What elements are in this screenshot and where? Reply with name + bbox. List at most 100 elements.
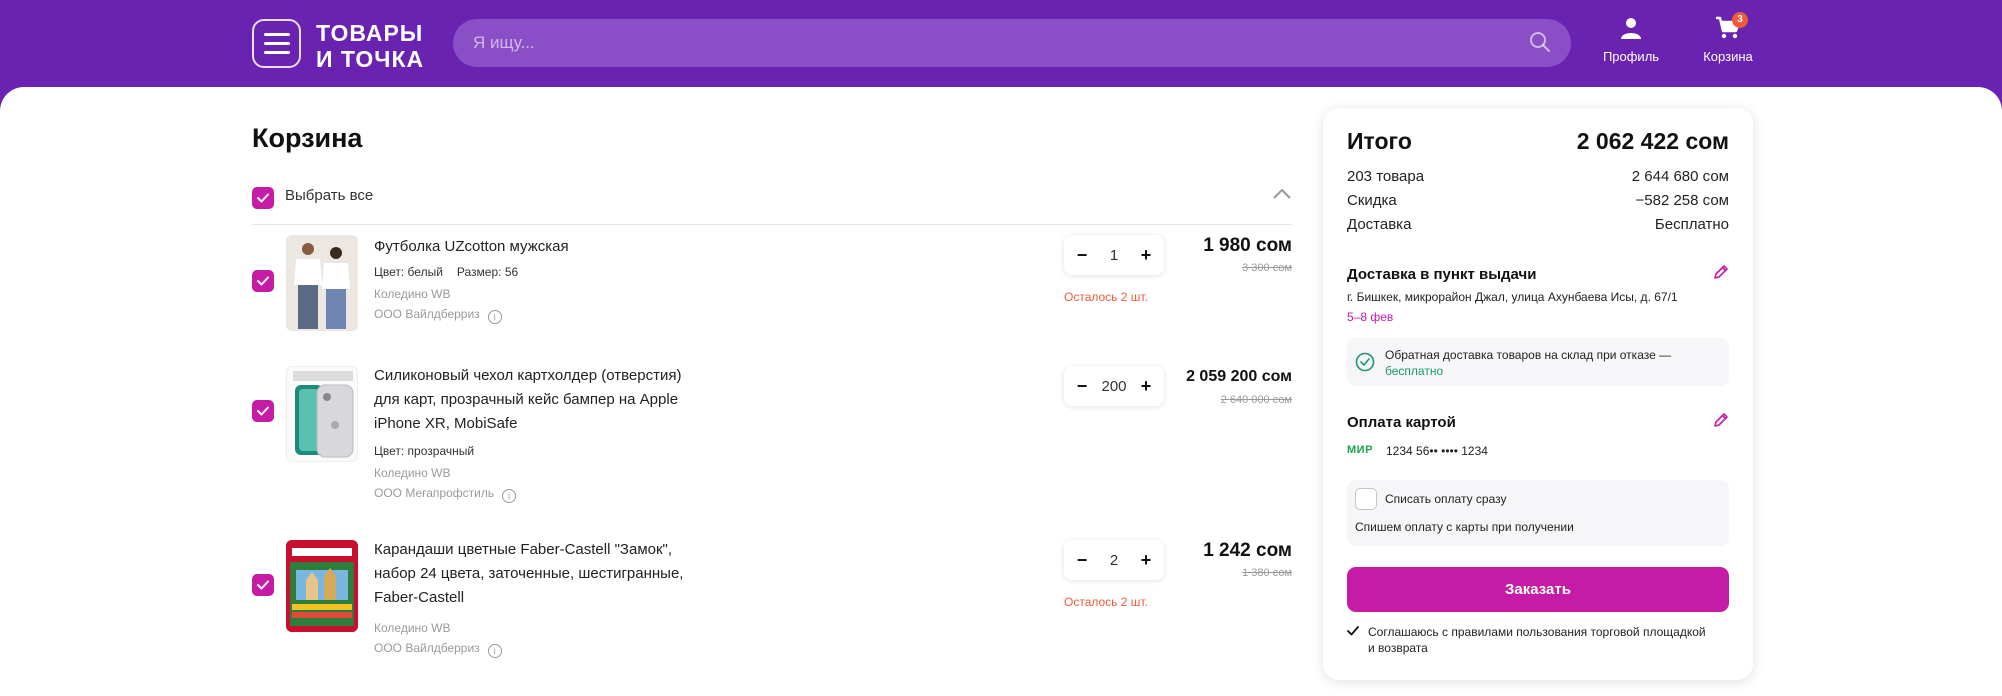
summary-total: 2 062 422 сом <box>1576 128 1729 154</box>
product-image-pencils[interactable] <box>286 540 358 632</box>
item-checkbox[interactable] <box>252 270 274 292</box>
profile-label: Профиль <box>1602 49 1660 64</box>
product-color: Цвет: белый <box>374 265 443 279</box>
decrease-button[interactable]: − <box>1072 550 1092 571</box>
product-color: Цвет: прозрачный <box>374 444 475 458</box>
summary-title: Итого <box>1347 128 1412 154</box>
logo[interactable]: ТОВАРЫ И ТОЧКА <box>316 20 424 72</box>
product-name[interactable]: Силиконовый чехол картхолдер (отверстия)… <box>374 364 684 436</box>
quantity-value[interactable]: 2 <box>1110 552 1118 569</box>
seller-row: ООО Вайлдберриз i <box>374 638 502 658</box>
item-checkbox[interactable] <box>252 574 274 596</box>
page-title: Корзина <box>252 123 363 153</box>
product-warehouse: Коледино WB <box>374 621 451 635</box>
stock-warning: Осталось 2 шт. <box>1064 595 1148 609</box>
checkmark-icon[interactable] <box>1347 625 1359 641</box>
charge-now-checkbox[interactable] <box>1355 488 1377 510</box>
chevron-up-icon[interactable] <box>1272 187 1292 205</box>
item-price: 2 059 200 сом <box>1186 368 1292 385</box>
order-summary-card: Итого 2 062 422 сом 203 товара 2 644 680… <box>1323 108 1753 680</box>
item-checkbox[interactable] <box>252 400 274 422</box>
decrease-button[interactable]: − <box>1072 376 1092 397</box>
edit-payment-pencil-icon[interactable] <box>1713 412 1729 433</box>
item-price: 1 980 сом <box>1203 235 1292 256</box>
divider <box>252 224 1292 225</box>
delivery-address: г. Бишкек, микрорайон Джал, улица Ахунба… <box>1347 290 1678 304</box>
delivery-dates: 5–8 фев <box>1347 310 1394 324</box>
return-info-box: Обратная доставка товаров на склад при о… <box>1347 338 1729 386</box>
return-info-text: Обратная доставка товаров на склад при о… <box>1385 347 1715 379</box>
info-icon[interactable]: i <box>502 489 517 503</box>
summary-row-value: 2 644 680 сом <box>1631 168 1729 185</box>
cart-count-badge: 3 <box>1732 12 1748 28</box>
product-name[interactable]: Карандаши цветные Faber-Castell "Замок",… <box>374 538 684 610</box>
summary-row-label: Доставка <box>1347 216 1412 233</box>
menu-button[interactable] <box>252 19 301 68</box>
profile-button[interactable]: Профиль <box>1591 16 1671 64</box>
increase-button[interactable]: + <box>1136 245 1156 266</box>
product-image-phone-case[interactable] <box>286 366 358 462</box>
summary-row-value: −582 258 сом <box>1635 192 1729 209</box>
quantity-stepper: − 1 + <box>1064 235 1164 275</box>
item-old-price: 2 640 000 сом <box>1220 394 1292 406</box>
product-seller: ООО Мегапрофстиль <box>374 486 495 500</box>
select-all-label: Выбрать все <box>285 187 374 204</box>
delivery-title: Доставка в пункт выдачи <box>1347 266 1537 283</box>
decrease-button[interactable]: − <box>1072 245 1092 266</box>
product-name[interactable]: Футболка UZcotton мужская <box>374 235 674 259</box>
seller-row: ООО Вайлдберриз i <box>374 304 502 324</box>
stock-warning: Осталось 2 шт. <box>1064 290 1148 304</box>
search-input[interactable] <box>473 19 1513 67</box>
payment-options-box: Списать оплату сразу Спишем оплату с кар… <box>1347 480 1729 546</box>
cart-item-pencils: Карандаши цветные Faber-Castell "Замок",… <box>252 540 1292 670</box>
select-all-row: Выбрать все <box>252 183 1292 213</box>
summary-row-label: 203 товара <box>1347 168 1425 185</box>
info-icon[interactable]: i <box>487 310 502 324</box>
search-bar <box>453 19 1571 67</box>
summary-row-delivery: Доставка Бесплатно <box>1347 216 1729 233</box>
item-old-price: 3 300 сом <box>1242 262 1292 274</box>
quantity-stepper: − 200 + <box>1064 366 1164 406</box>
quantity-value[interactable]: 200 <box>1101 378 1126 395</box>
increase-button[interactable]: + <box>1136 550 1156 571</box>
product-size: Размер: 56 <box>456 265 519 279</box>
logo-line1: ТОВАРЫ <box>316 20 424 46</box>
charge-note: Спишем оплату с карты при получении <box>1355 520 1574 534</box>
payment-title: Оплата картой <box>1347 414 1456 431</box>
edit-delivery-pencil-icon[interactable] <box>1713 264 1729 285</box>
increase-button[interactable]: + <box>1136 376 1156 397</box>
card-brand-logo: МИР <box>1347 444 1373 456</box>
product-seller: ООО Вайлдберриз <box>374 307 480 321</box>
charge-now-label: Списать оплату сразу <box>1385 492 1507 506</box>
item-price: 1 242 сом <box>1203 540 1292 561</box>
menu-bar <box>263 51 290 54</box>
cart-item-tshirt: Футболка UZcotton мужская Цвет: белый Раз… <box>252 235 1292 345</box>
product-seller: ООО Вайлдберриз <box>374 641 480 655</box>
select-all-checkbox[interactable] <box>252 187 274 209</box>
return-free-link[interactable]: бесплатно <box>1385 364 1443 378</box>
logo-line2: И ТОЧКА <box>316 46 425 72</box>
seller-row: ООО Мегапрофстиль i <box>374 483 517 503</box>
profile-icon <box>1619 18 1643 43</box>
info-icon[interactable]: i <box>487 644 502 658</box>
summary-row-items: 203 товара 2 644 680 сом <box>1347 168 1729 185</box>
summary-row-label: Скидка <box>1347 192 1397 209</box>
top-header: ТОВАРЫ И ТОЧКА Профиль 3 Корзина <box>0 0 2002 90</box>
menu-bar <box>263 42 290 45</box>
product-image-tshirt[interactable] <box>286 235 358 331</box>
return-text: Обратная доставка товаров на склад при о… <box>1385 348 1672 362</box>
cart-item-phone-case: Силиконовый чехол картхолдер (отверстия)… <box>252 364 1292 503</box>
quantity-value[interactable]: 1 <box>1110 247 1118 264</box>
check-circle-icon <box>1355 352 1375 377</box>
menu-bar <box>263 33 290 36</box>
order-button[interactable]: Заказать <box>1347 567 1729 612</box>
main-panel: Корзина Выбрать все Футболка UZcotton му… <box>0 87 2002 696</box>
summary-row-value: Бесплатно <box>1654 216 1729 233</box>
cart-icon <box>1715 16 1741 43</box>
search-icon[interactable] <box>1529 31 1551 58</box>
cart-button[interactable]: 3 Корзина <box>1688 12 1768 64</box>
item-old-price: 1 380 сом <box>1242 567 1292 579</box>
summary-row-discount: Скидка −582 258 сом <box>1347 192 1729 209</box>
product-warehouse: Коледино WB <box>374 466 451 480</box>
product-warehouse: Коледино WB <box>374 287 451 301</box>
